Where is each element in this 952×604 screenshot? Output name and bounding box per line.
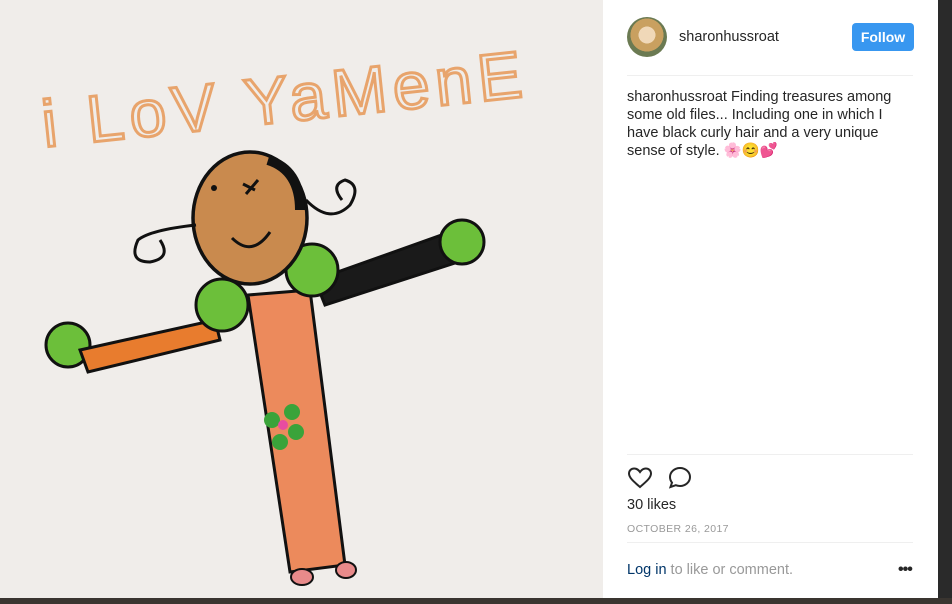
window-edge-right (938, 0, 952, 604)
post-date: OCTOBER 26, 2017 (627, 523, 729, 535)
post-image[interactable]: i LoV YaMenE (0, 0, 603, 598)
login-prompt: Log in to like or comment. (627, 562, 793, 578)
login-prompt-text: to like or comment. (666, 562, 794, 578)
actions-divider (627, 454, 913, 455)
avatar[interactable] (627, 17, 667, 57)
more-options-button[interactable]: ••• (898, 561, 913, 579)
likes-count[interactable]: 30 likes (627, 497, 676, 513)
header-username[interactable]: sharonhussroat (679, 29, 779, 45)
heart-icon[interactable] (627, 465, 653, 491)
window-edge-bottom (0, 598, 952, 604)
post-details-panel: sharonhussroat Follow sharonhussroat Fin… (603, 0, 938, 598)
header-divider (627, 75, 913, 76)
login-link[interactable]: Log in (627, 562, 667, 578)
child-drawing: i LoV YaMenE (0, 0, 603, 598)
caption-username[interactable]: sharonhussroat (627, 89, 727, 105)
comment-icon[interactable] (667, 465, 693, 491)
footer-divider (627, 542, 913, 543)
post-header: sharonhussroat Follow (603, 0, 938, 75)
caption: sharonhussroat Finding treasures among s… (627, 88, 917, 160)
follow-button[interactable]: Follow (852, 23, 914, 51)
